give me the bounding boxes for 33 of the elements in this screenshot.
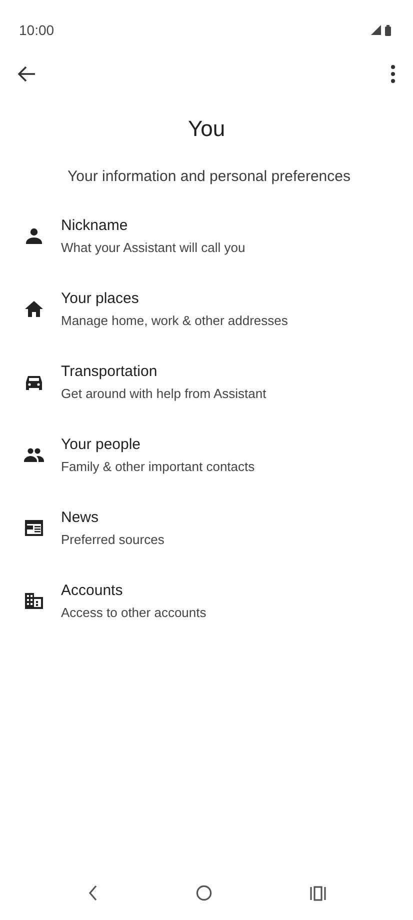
settings-item[interactable]: Transportation Get around with help from Assistant: [0, 355, 413, 409]
item-description: Family & other important contacts: [61, 458, 255, 476]
item-description: Preferred sources: [61, 530, 164, 548]
item-title: News: [61, 508, 100, 528]
status-time: 10:00: [19, 22, 54, 38]
item-description: What your Assistant will call you: [61, 238, 246, 257]
newspaper-icon: [24, 518, 44, 538]
settings-item[interactable]: Nickname What your Assistant will call you: [0, 209, 413, 263]
battery-icon: [385, 24, 391, 36]
settings-item[interactable]: Accounts Access to other accounts: [0, 574, 413, 628]
item-description: Manage home, work & other addresses: [61, 312, 288, 330]
chevron-left-icon: [88, 885, 98, 901]
building-icon: [24, 591, 44, 611]
page-title: You: [186, 115, 226, 143]
item-title: Accounts: [61, 580, 124, 600]
back-arrow-icon: [18, 66, 36, 82]
page-subtitle: Your information and personal preferences: [66, 167, 352, 187]
item-title: Transportation: [61, 362, 158, 382]
item-title: Your places: [61, 288, 140, 308]
settings-item[interactable]: Your places Manage home, work & other addresses: [0, 282, 413, 336]
item-title: Your people: [61, 434, 142, 454]
people-icon: [24, 445, 44, 465]
item-title: Nickname: [61, 216, 129, 236]
recents-icon: [310, 885, 326, 901]
settings-item[interactable]: Your people Family & other important contacts: [0, 428, 413, 482]
item-description: Access to other accounts: [61, 604, 206, 622]
settings-item[interactable]: News Preferred sources: [0, 501, 413, 555]
signal-icon: [371, 25, 381, 35]
home-icon: [24, 299, 44, 319]
circle-icon: [196, 885, 212, 901]
more-options-icon: [391, 65, 395, 83]
item-description: Get around with help from Assistant: [61, 384, 266, 403]
person-icon: [24, 226, 44, 246]
